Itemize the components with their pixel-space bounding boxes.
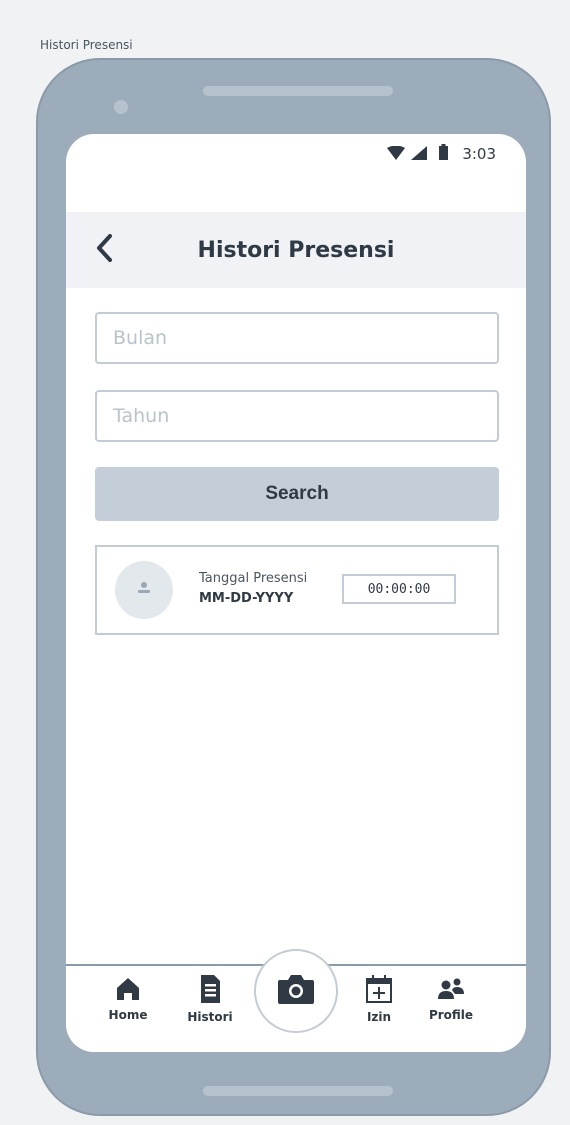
- nav-profile-label: Profile: [428, 1008, 474, 1022]
- status-time: 3:03: [462, 145, 496, 163]
- nav-home[interactable]: Home: [98, 974, 158, 1022]
- attendance-time: 00:00:00: [342, 574, 456, 604]
- nav-histori-label: Histori: [187, 1010, 233, 1024]
- signal-icon: [411, 145, 428, 164]
- avatar: [115, 561, 173, 619]
- camera-button[interactable]: [254, 949, 338, 1033]
- nav-home-label: Home: [108, 1008, 148, 1022]
- nav-izin[interactable]: Izin: [349, 974, 409, 1024]
- users-icon: [435, 974, 467, 1006]
- app-screen: 3:03 Histori Presensi Search Tanggal Pre…: [66, 134, 526, 1052]
- chevron-left-icon: [95, 233, 113, 267]
- wifi-icon: [387, 145, 406, 164]
- back-button[interactable]: [92, 232, 116, 268]
- document-icon: [196, 974, 224, 1008]
- app-header: Histori Presensi: [66, 212, 526, 288]
- attendance-date-value: MM-DD-YYYY: [199, 591, 294, 606]
- user-icon: [136, 580, 152, 600]
- front-camera: [114, 100, 128, 114]
- camera-icon: [276, 972, 316, 1010]
- year-field[interactable]: [95, 390, 499, 442]
- status-bar: 3:03: [66, 134, 526, 174]
- month-input[interactable]: [111, 326, 497, 350]
- nav-izin-label: Izin: [366, 1010, 392, 1024]
- battery-icon: [439, 144, 449, 164]
- history-card[interactable]: Tanggal Presensi MM-DD-YYYY 00:00:00: [95, 545, 499, 635]
- month-field[interactable]: [95, 312, 499, 364]
- speaker-grille: [203, 86, 393, 96]
- frame-label: Histori Presensi: [40, 38, 133, 52]
- nav-histori[interactable]: Histori: [180, 974, 240, 1024]
- page-title: Histori Presensi: [197, 237, 395, 263]
- nav-profile[interactable]: Profile: [421, 974, 481, 1022]
- calendar-add-icon: [364, 974, 394, 1008]
- search-button[interactable]: Search: [95, 467, 499, 521]
- status-icons: 3:03: [387, 144, 496, 164]
- year-input[interactable]: [111, 404, 497, 428]
- home-icon: [114, 974, 142, 1006]
- home-indicator: [203, 1086, 393, 1096]
- attendance-date-label: Tanggal Presensi: [199, 571, 308, 586]
